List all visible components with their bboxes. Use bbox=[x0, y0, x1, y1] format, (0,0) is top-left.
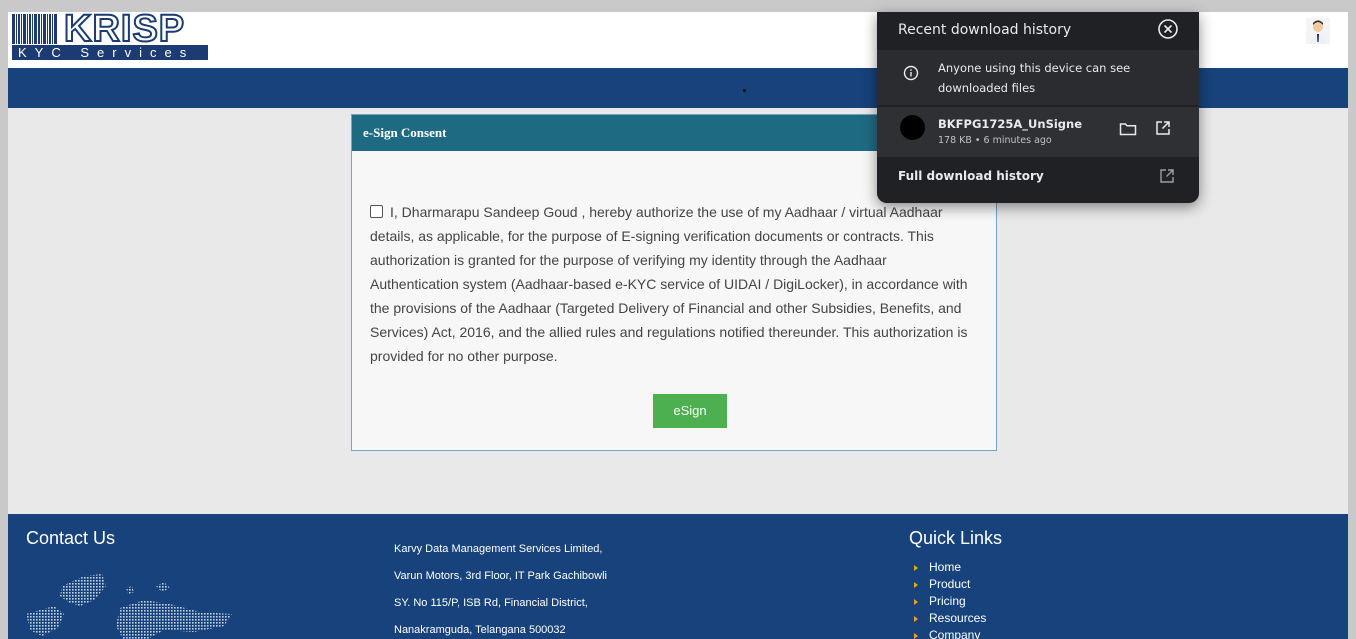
address-block: Karvy Data Management Services Limited, … bbox=[394, 536, 607, 639]
cursor-dot bbox=[743, 89, 746, 92]
krisp-logo[interactable]: KRISP KYC Services bbox=[12, 12, 208, 60]
user-avatar-icon[interactable] bbox=[1306, 18, 1330, 44]
info-icon bbox=[903, 65, 919, 81]
address-line: Varun Motors, 3rd Floor, IT Park Gachibo… bbox=[394, 570, 607, 582]
download-notice-text: Anyone using this device can see downloa… bbox=[938, 61, 1131, 95]
arrow-right-icon bbox=[914, 581, 918, 588]
file-icon bbox=[900, 115, 925, 140]
barcode-icon bbox=[12, 14, 60, 44]
open-external-icon[interactable] bbox=[1155, 120, 1171, 136]
close-icon[interactable] bbox=[1157, 18, 1179, 40]
consent-text: I, Dharmarapu Sandeep Goud , hereby auth… bbox=[370, 204, 968, 364]
open-external-icon[interactable] bbox=[1159, 168, 1175, 184]
arrow-right-icon bbox=[914, 615, 918, 622]
quick-links-list: Home Product Pricing Resources Company bbox=[914, 559, 986, 639]
quick-link-product[interactable]: Product bbox=[914, 576, 986, 593]
logo-tagline: KYC Services bbox=[12, 45, 208, 60]
arrow-right-icon bbox=[914, 632, 918, 639]
download-popup-title: Recent download history bbox=[898, 22, 1072, 38]
download-item[interactable]: BKFPG1725A_UnSigned (1).pdf 178 KB • 6 m… bbox=[877, 107, 1199, 157]
download-notice: Anyone using this device can see downloa… bbox=[877, 50, 1199, 105]
quick-link-pricing[interactable]: Pricing bbox=[914, 593, 986, 610]
arrow-right-icon bbox=[914, 598, 918, 605]
quick-link-home[interactable]: Home bbox=[914, 559, 986, 576]
full-download-history-link[interactable]: Full download history bbox=[898, 169, 1044, 183]
contact-us-heading: Contact Us bbox=[26, 528, 116, 548]
folder-icon[interactable] bbox=[1119, 121, 1137, 137]
quick-link-company[interactable]: Company bbox=[914, 627, 986, 639]
footer: Contact Us Karvy Data Management Service… bbox=[8, 514, 1348, 639]
download-file-name[interactable]: BKFPG1725A_UnSigned (1).pdf bbox=[938, 117, 1082, 131]
download-file-meta: 178 KB • 6 minutes ago bbox=[938, 135, 1052, 146]
download-history-popup: Recent download history Anyone using thi… bbox=[877, 12, 1199, 203]
arrow-right-icon bbox=[914, 564, 918, 571]
consent-checkbox[interactable] bbox=[370, 205, 383, 218]
quick-link-resources[interactable]: Resources bbox=[914, 610, 986, 627]
address-line: Karvy Data Management Services Limited, bbox=[394, 543, 603, 555]
address-line: Nanakramguda, Telangana 500032 bbox=[394, 624, 566, 636]
world-map-icon bbox=[26, 574, 232, 639]
quick-links-heading: Quick Links bbox=[909, 528, 1003, 548]
address-line: SY. No 115/P, ISB Rd, Financial District… bbox=[394, 597, 588, 609]
consent-block: I, Dharmarapu Sandeep Goud , hereby auth… bbox=[370, 200, 975, 368]
esign-button[interactable]: eSign bbox=[653, 394, 727, 428]
